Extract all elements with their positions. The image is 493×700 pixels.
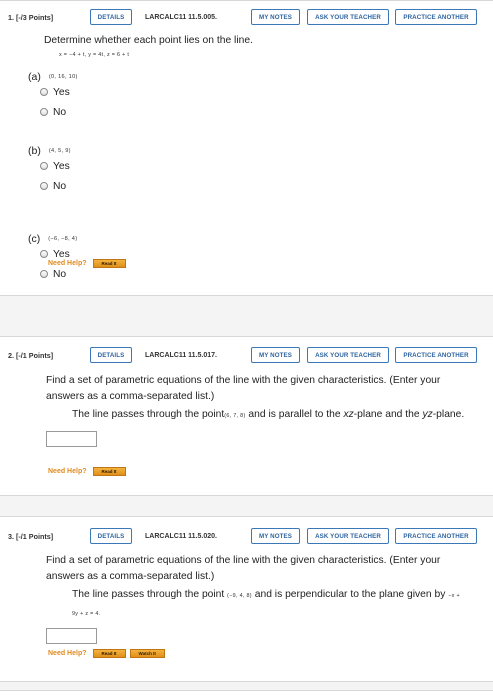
- my-notes-button[interactable]: MY NOTES: [251, 528, 300, 544]
- given-point: (−9, 4, 8): [227, 593, 252, 599]
- points-label: [-/3 Points]: [16, 12, 54, 22]
- points-label: [-/1 Points]: [16, 350, 54, 360]
- practice-another-button[interactable]: PRACTICE ANOTHER: [395, 528, 477, 544]
- next-question-card: [0, 690, 493, 700]
- question-2-header: 2. [-/1 Points] DETAILS LARCALC11 11.5.0…: [0, 341, 493, 369]
- question-1-points: 1. [-/3 Points]: [8, 13, 53, 22]
- detail-text: -plane and the: [353, 409, 423, 420]
- detail-text: The line passes through the point: [72, 409, 225, 420]
- part-label: (a): [28, 71, 41, 83]
- given-point: (6, 7, 8): [224, 413, 246, 419]
- question-3-points: 3. [-/1 Points]: [8, 532, 53, 541]
- question-prompt: Find a set of parametric equations of th…: [46, 375, 441, 402]
- question-3-header: 3. [-/1 Points] DETAILS LARCALC11 11.5.0…: [0, 522, 493, 550]
- my-notes-button[interactable]: MY NOTES: [251, 9, 300, 25]
- need-help: Need Help? Read It: [48, 467, 130, 476]
- read-it-button[interactable]: Read It: [92, 649, 126, 658]
- practice-another-button[interactable]: PRACTICE ANOTHER: [395, 347, 477, 363]
- part-b: (b) (4, 5, 9) Yes No: [28, 141, 71, 193]
- radio-button[interactable]: [40, 182, 48, 190]
- detail-text: and is perpendicular to the plane given …: [251, 589, 449, 600]
- question-1-card: 1. [-/3 Points] DETAILS LARCALC11 11.5.0…: [0, 0, 493, 296]
- part-label: (c): [28, 233, 41, 245]
- radio-button[interactable]: [40, 250, 48, 258]
- radio-button[interactable]: [40, 270, 48, 278]
- need-help: Need Help? Read It Watch It: [48, 649, 169, 658]
- option-yes[interactable]: Yes: [40, 85, 78, 99]
- plane-name: yz: [422, 409, 433, 420]
- question-detail: The line passes through the point(6, 7, …: [46, 407, 466, 425]
- need-help-label: Need Help?: [48, 260, 87, 267]
- problem-reference: LARCALC11 11.5.017.: [145, 351, 217, 359]
- question-3-card: 3. [-/1 Points] DETAILS LARCALC11 11.5.0…: [0, 516, 493, 682]
- part-c: (c) (−6, −8, 4) Yes No: [28, 229, 77, 281]
- question-2-points: 2. [-/1 Points]: [8, 351, 53, 360]
- need-help-label: Need Help?: [48, 468, 87, 475]
- answer-input[interactable]: [46, 628, 97, 644]
- question-prompt: Determine whether each point lies on the…: [44, 35, 253, 46]
- question-3-body: Find a set of parametric equations of th…: [46, 553, 466, 644]
- option-label: Yes: [53, 86, 70, 98]
- radio-button[interactable]: [40, 88, 48, 96]
- question-2-card: 2. [-/1 Points] DETAILS LARCALC11 11.5.0…: [0, 336, 493, 496]
- part-point: (−6, −8, 4): [48, 236, 78, 242]
- ask-your-teacher-button[interactable]: ASK YOUR TEACHER: [307, 9, 389, 25]
- option-label: No: [53, 180, 67, 192]
- read-it-button[interactable]: Read It: [92, 259, 126, 268]
- option-no[interactable]: No: [40, 105, 78, 119]
- part-point: (4, 5, 9): [48, 148, 71, 154]
- details-button[interactable]: DETAILS: [90, 528, 132, 544]
- question-number: 3.: [8, 531, 14, 541]
- option-label: Yes: [53, 160, 70, 172]
- question-1-body: Determine whether each point lies on the…: [44, 33, 483, 58]
- radio-button[interactable]: [40, 162, 48, 170]
- option-label: No: [53, 106, 67, 118]
- plane-name: xz: [343, 409, 354, 420]
- need-help: Need Help? Read It: [48, 259, 130, 268]
- detail-text: The line passes through the point: [72, 589, 228, 600]
- watch-it-button[interactable]: Watch It: [129, 649, 165, 658]
- my-notes-button[interactable]: MY NOTES: [251, 347, 300, 363]
- radio-button[interactable]: [40, 108, 48, 116]
- question-number: 1.: [8, 12, 14, 22]
- answer-input[interactable]: [46, 430, 97, 447]
- part-label: (b): [28, 145, 41, 157]
- practice-another-button[interactable]: PRACTICE ANOTHER: [395, 9, 477, 25]
- question-prompt: Find a set of parametric equations of th…: [46, 555, 441, 582]
- points-label: [-/1 Points]: [16, 531, 54, 541]
- problem-reference: LARCALC11 11.5.005.: [145, 13, 217, 21]
- question-number: 2.: [8, 350, 14, 360]
- ask-your-teacher-button[interactable]: ASK YOUR TEACHER: [307, 528, 389, 544]
- part-point: (0, 16, 10): [48, 74, 78, 80]
- ask-your-teacher-button[interactable]: ASK YOUR TEACHER: [307, 347, 389, 363]
- option-no[interactable]: No: [40, 267, 77, 281]
- option-label: No: [53, 268, 67, 280]
- detail-text: -plane.: [432, 409, 465, 420]
- question-detail: The line passes through the point (−9, 4…: [46, 587, 466, 622]
- problem-reference: LARCALC11 11.5.020.: [145, 532, 217, 540]
- part-a: (a) (0, 16, 10) Yes No: [28, 67, 78, 119]
- details-button[interactable]: DETAILS: [90, 9, 132, 25]
- option-no[interactable]: No: [40, 179, 71, 193]
- details-button[interactable]: DETAILS: [90, 347, 132, 363]
- option-yes[interactable]: Yes: [40, 159, 71, 173]
- read-it-button[interactable]: Read It: [92, 467, 126, 476]
- detail-text: and is parallel to the: [245, 409, 344, 420]
- question-1-header: 1. [-/3 Points] DETAILS LARCALC11 11.5.0…: [0, 3, 493, 31]
- question-2-body: Find a set of parametric equations of th…: [46, 373, 466, 447]
- need-help-label: Need Help?: [48, 650, 87, 657]
- line-equation: x = −4 + t, y = 4t, z = 6 + t: [59, 51, 130, 58]
- option-label: Yes: [53, 248, 70, 260]
